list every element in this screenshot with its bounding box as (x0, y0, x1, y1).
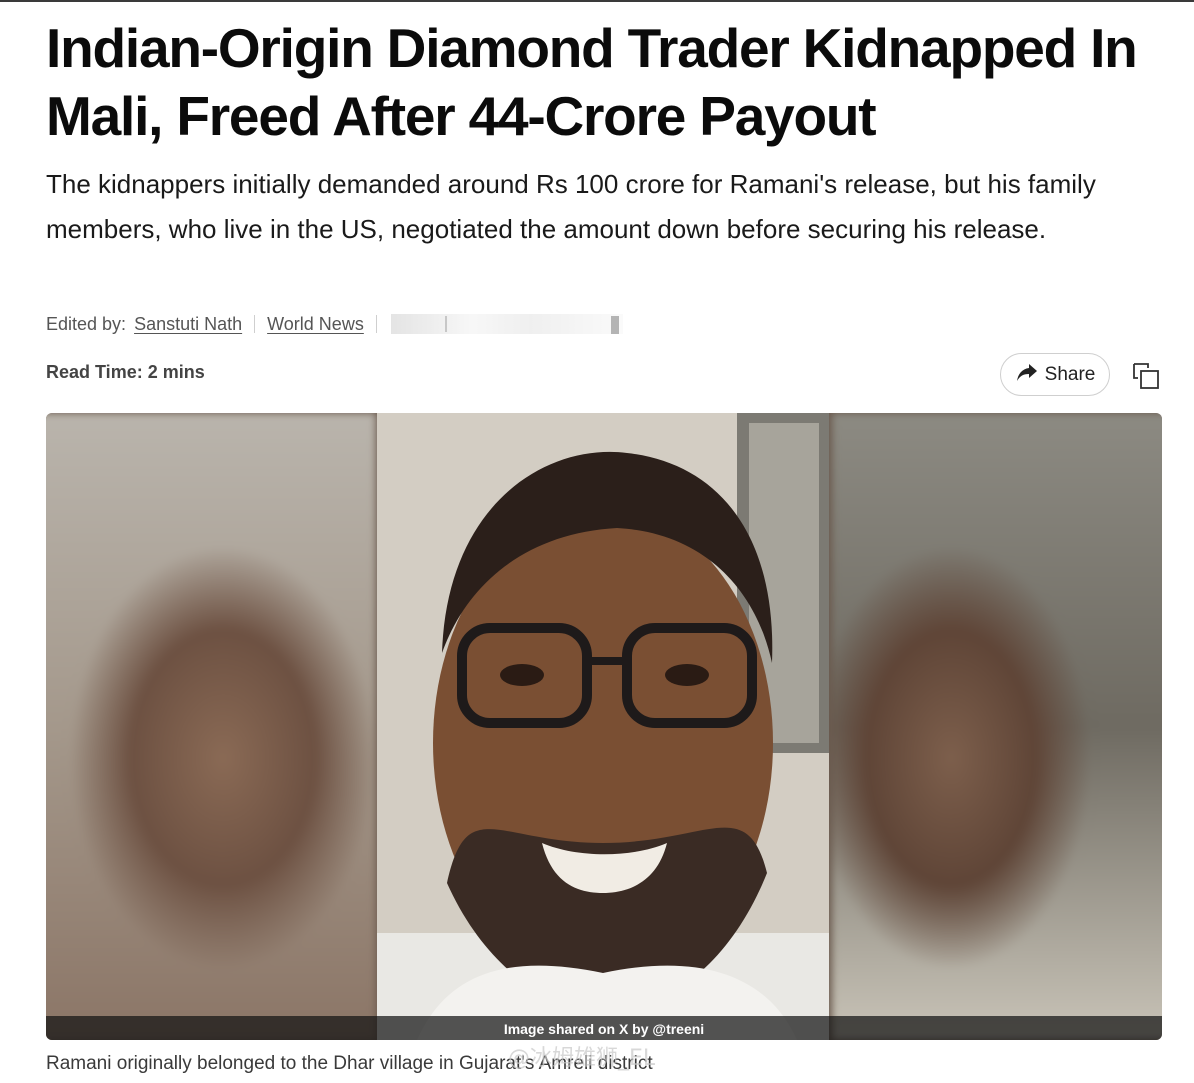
share-label: Share (1044, 363, 1096, 385)
category-link[interactable]: World News (267, 314, 364, 335)
share-arrow-icon (1015, 361, 1039, 389)
copy-button[interactable] (1130, 360, 1162, 392)
article-meta: Edited by: Sanstuti Nath World News (46, 310, 623, 338)
read-time-value: 2 mins (147, 362, 205, 382)
watermark: @冰姆雄狮_EL (508, 1046, 656, 1071)
share-button[interactable]: Share (1000, 353, 1110, 396)
article-photo: Image shared on X by @treeni (46, 413, 1162, 1040)
read-time-label: Read Time: (46, 362, 143, 382)
copy-icon (1133, 363, 1159, 389)
portrait-photo (377, 413, 829, 1040)
redacted-date (390, 314, 623, 334)
meta-divider (375, 315, 377, 333)
top-rule (0, 0, 1194, 2)
read-time: Read Time: 2 mins (46, 362, 205, 383)
photo-blur-right (832, 413, 1162, 1040)
article-headline: Indian-Origin Diamond Trader Kidnapped I… (46, 17, 1138, 147)
meta-divider (254, 315, 256, 333)
photo-credit: Image shared on X by @treeni (503, 1021, 705, 1037)
article-summary: The kidnappers initially demanded around… (46, 169, 1096, 244)
photo-blur-left (46, 413, 376, 1040)
edited-by-label: Edited by: (46, 313, 127, 334)
editor-link[interactable]: Sanstuti Nath (134, 314, 242, 335)
